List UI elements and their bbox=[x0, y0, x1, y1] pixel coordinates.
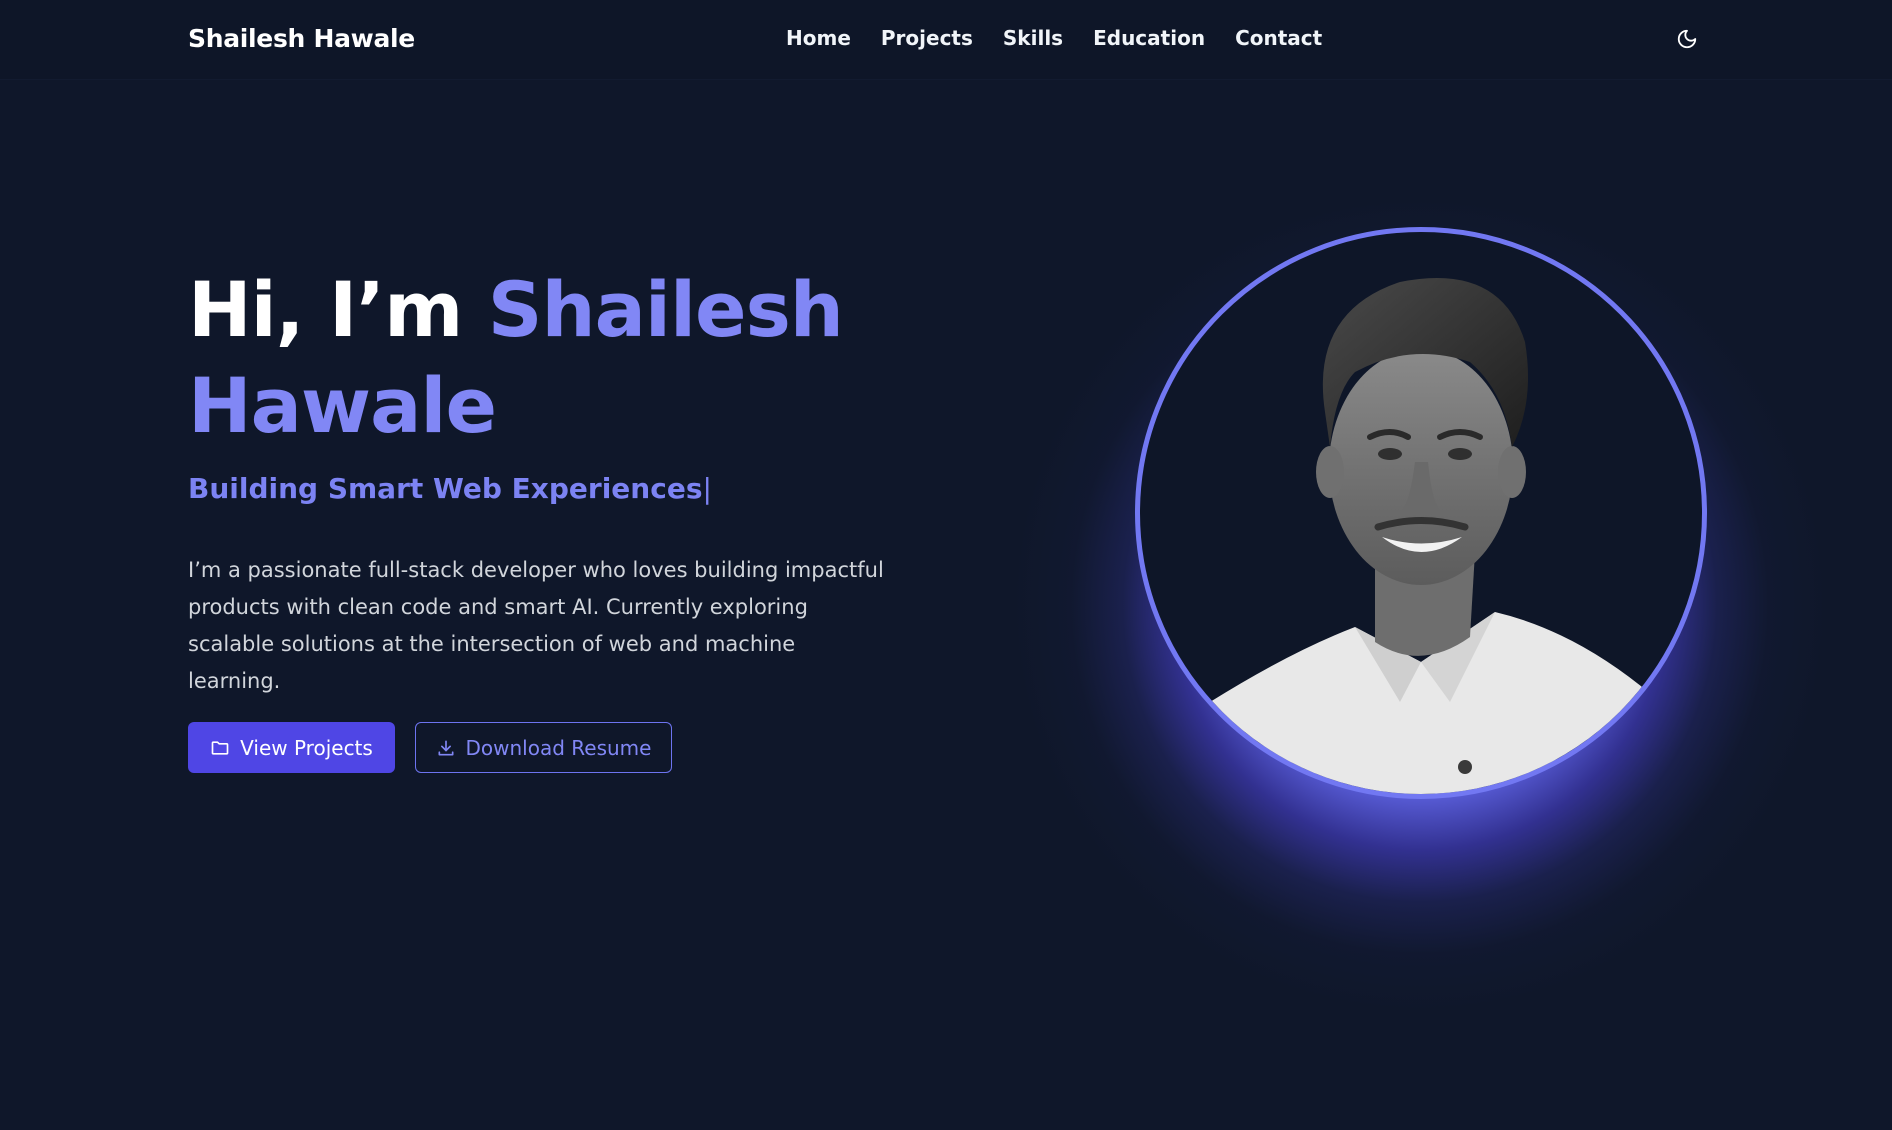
hero-greeting: Hi, I’m bbox=[188, 265, 488, 354]
hero-heading: Hi, I’m Shailesh Hawale bbox=[188, 262, 908, 454]
nav-item-education[interactable]: Education bbox=[1093, 26, 1205, 50]
download-resume-button[interactable]: Download Resume bbox=[415, 722, 672, 773]
download-resume-label: Download Resume bbox=[465, 735, 652, 760]
brand-logo[interactable]: Shailesh Hawale bbox=[188, 24, 415, 53]
view-projects-label: View Projects bbox=[240, 735, 373, 760]
profile-photo bbox=[1140, 278, 1702, 794]
moon-icon bbox=[1677, 29, 1697, 49]
typing-cursor: | bbox=[702, 472, 712, 505]
folder-icon bbox=[211, 740, 229, 755]
nav-item-projects[interactable]: Projects bbox=[881, 26, 973, 50]
navbar: Shailesh Hawale Home Projects Skills Edu… bbox=[0, 0, 1892, 80]
nav-item-skills[interactable]: Skills bbox=[1003, 26, 1063, 50]
download-icon bbox=[438, 740, 454, 755]
tagline-text: Building Smart Web Experiences bbox=[188, 472, 703, 505]
nav-links: Home Projects Skills Education Contact bbox=[786, 26, 1322, 50]
nav-item-contact[interactable]: Contact bbox=[1235, 26, 1322, 50]
profile-portrait bbox=[1135, 227, 1707, 799]
nav-item-home[interactable]: Home bbox=[786, 26, 851, 50]
hero-tagline: Building Smart Web Experiences| bbox=[188, 472, 712, 505]
theme-toggle-button[interactable] bbox=[1674, 26, 1700, 52]
hero-intro: I’m a passionate full-stack developer wh… bbox=[188, 558, 884, 693]
view-projects-button[interactable]: View Projects bbox=[188, 722, 395, 773]
